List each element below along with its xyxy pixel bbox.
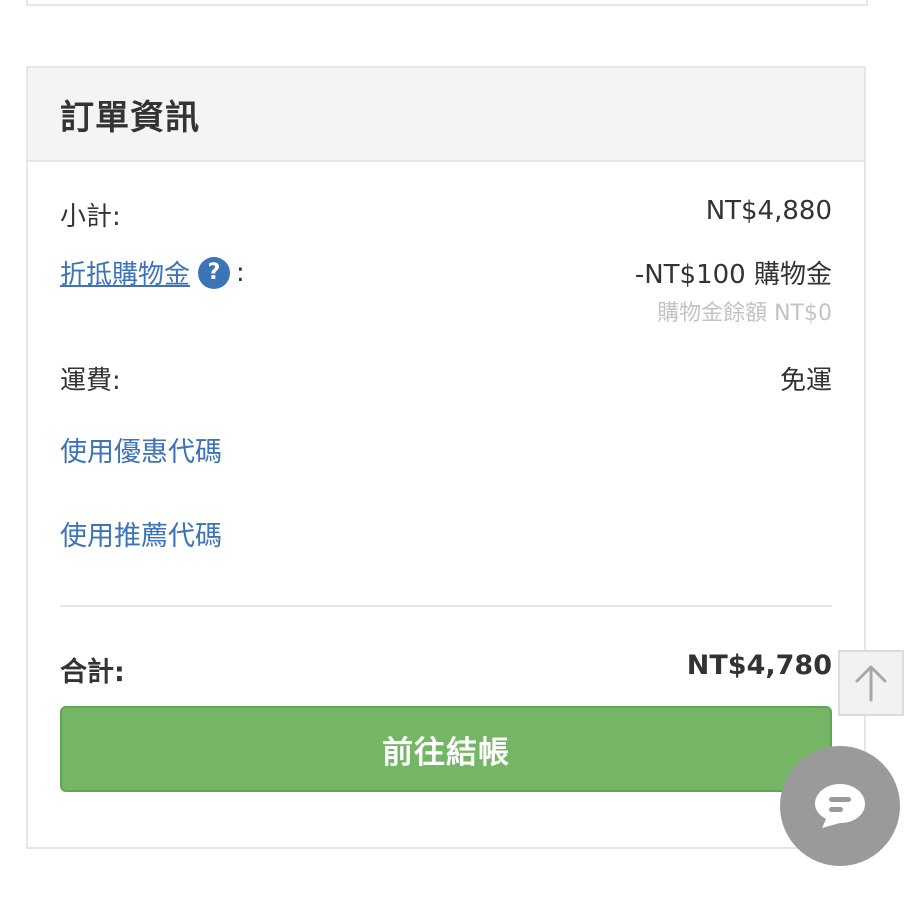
scroll-to-top-button[interactable] xyxy=(838,650,904,716)
total-row: 合計: NT$4,780 xyxy=(60,650,832,689)
question-circle-icon[interactable]: ? xyxy=(198,256,231,289)
subtotal-label: 小計: xyxy=(60,202,121,232)
previous-card-edge xyxy=(26,0,868,6)
arrow-up-icon xyxy=(855,665,887,702)
shipping-label: 運費: xyxy=(60,366,121,396)
order-summary-card: 訂單資訊 小計: NT$4,880 折抵購物金 ? : -NT$100 購物金 … xyxy=(26,66,866,849)
subtotal-row: 小計: NT$4,880 xyxy=(60,196,832,233)
use-coupon-code-link[interactable]: 使用優惠代碼 xyxy=(60,430,222,469)
store-credit-value: -NT$100 購物金 xyxy=(634,260,832,290)
total-label: 合計: xyxy=(60,657,125,688)
use-referral-code-link[interactable]: 使用推薦代碼 xyxy=(60,514,222,553)
store-credit-row: 折抵購物金 ? : -NT$100 購物金 購物金餘額 NT$0 xyxy=(60,254,832,327)
chat-button[interactable] xyxy=(780,746,900,866)
store-credit-label: 折抵購物金 ? : xyxy=(60,254,245,291)
store-credit-value-block: -NT$100 購物金 購物金餘額 NT$0 xyxy=(635,254,832,327)
checkout-button[interactable]: 前往結帳 xyxy=(60,706,832,792)
order-summary-title: 訂單資訊 xyxy=(60,97,200,138)
shipping-value: 免運 xyxy=(779,366,832,396)
store-credit-link[interactable]: 折抵購物金 xyxy=(60,254,190,291)
subtotal-value: NT$4,880 xyxy=(705,196,832,226)
store-credit-colon: : xyxy=(236,257,245,288)
order-summary-header: 訂單資訊 xyxy=(28,68,864,162)
store-credit-balance: 購物金餘額 NT$0 xyxy=(657,301,832,326)
shipping-row: 運費: 免運 xyxy=(60,360,832,397)
chat-bubble-icon xyxy=(815,784,865,828)
summary-divider xyxy=(60,605,832,607)
total-value: NT$4,780 xyxy=(686,650,832,681)
